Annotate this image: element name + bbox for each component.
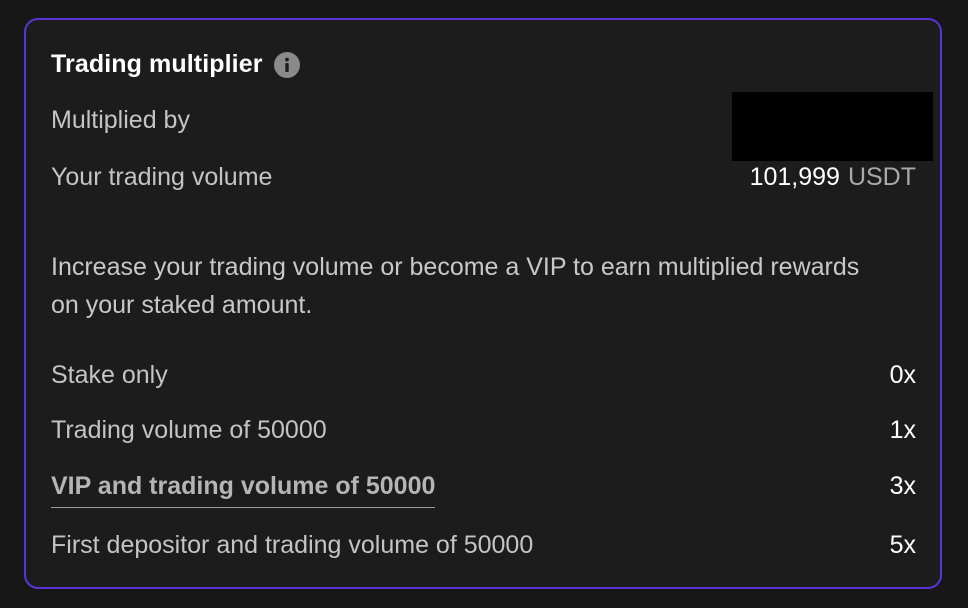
- tier-label: First depositor and trading volume of 50…: [51, 531, 534, 559]
- tier-multiplier: 1x: [889, 416, 916, 444]
- tier-row: First depositor and trading volume of 50…: [51, 531, 916, 560]
- tier-label: Trading volume of 50000: [51, 416, 327, 444]
- tier-row-vip: VIP and trading volume of 50000 3x: [51, 472, 916, 508]
- tier-row: Trading volume of 50000 1x: [51, 416, 916, 445]
- trading-multiplier-card: Trading multiplier Multiplied by Your tr…: [24, 18, 942, 589]
- card-title: Trading multiplier: [51, 50, 263, 78]
- card-header: Trading multiplier: [51, 50, 300, 79]
- tier-multiplier: 0x: [889, 361, 916, 389]
- trading-volume-row: Your trading volume 101,999 USDT: [51, 163, 916, 192]
- tier-multiplier: 3x: [889, 472, 916, 500]
- tier-label: Stake only: [51, 361, 168, 389]
- multiplier-description: Increase your trading volume or become a…: [51, 253, 860, 319]
- redacted-multiplier-value: [732, 92, 933, 161]
- vip-tier-link[interactable]: VIP and trading volume of 50000: [51, 472, 436, 508]
- trading-volume-unit: USDT: [847, 163, 916, 191]
- trading-volume-amount: 101,999 USDT: [750, 163, 916, 192]
- trading-volume-label: Your trading volume: [51, 163, 273, 191]
- tier-multiplier: 5x: [889, 531, 916, 559]
- multiplied-by-label: Multiplied by: [51, 106, 190, 134]
- trading-volume-value: 101,999: [749, 163, 840, 191]
- info-icon[interactable]: [273, 51, 300, 78]
- tier-row: Stake only 0x: [51, 361, 916, 390]
